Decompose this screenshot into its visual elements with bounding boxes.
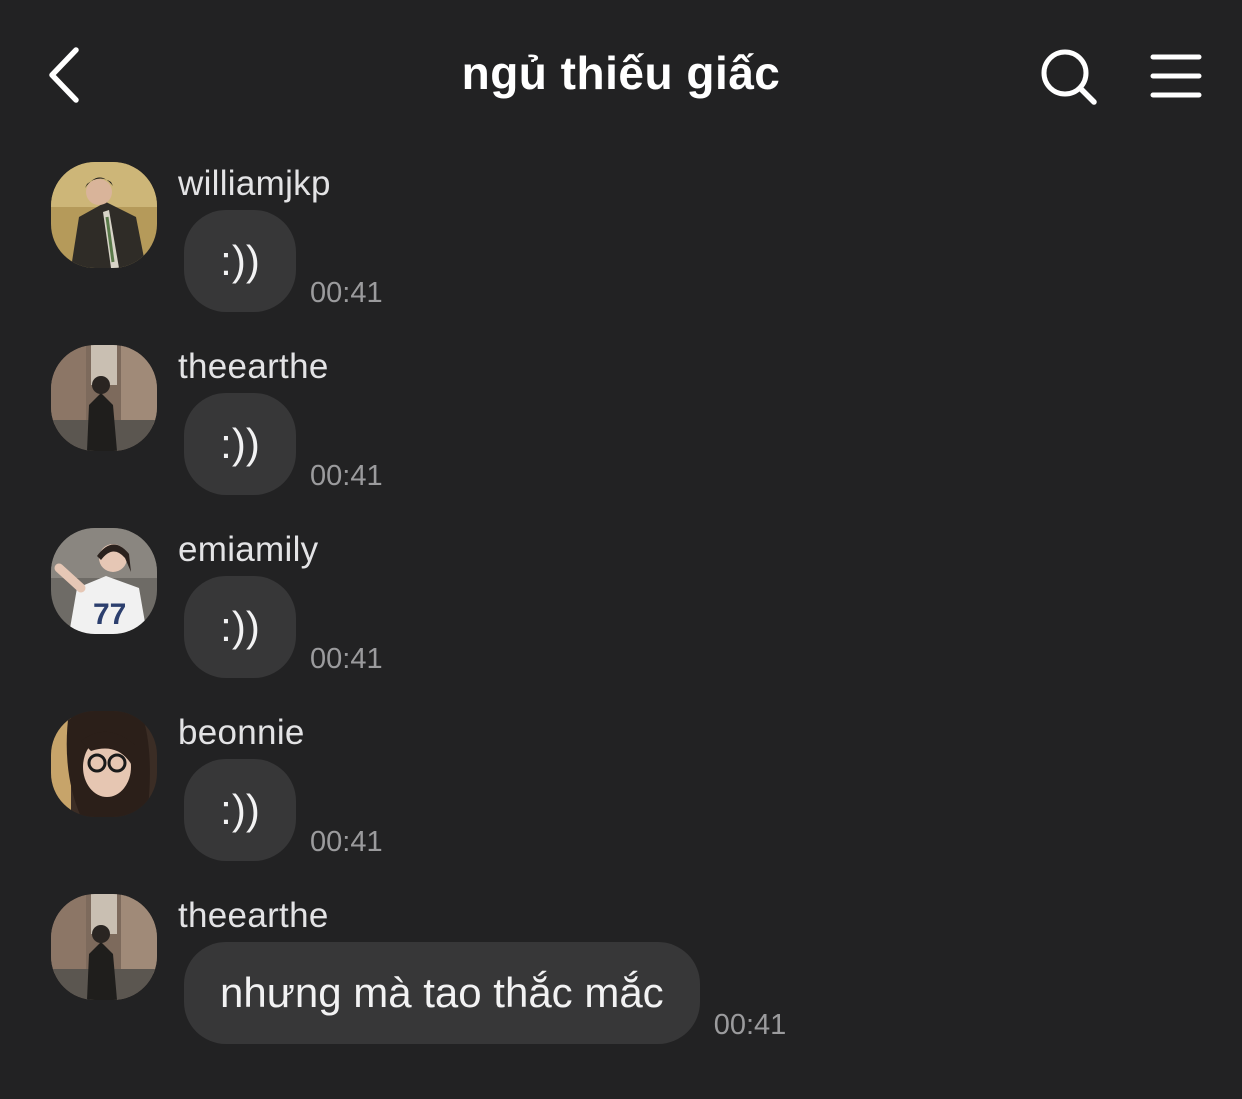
message-timestamp: 00:41 — [310, 460, 383, 492]
hamburger-menu-icon — [1150, 54, 1202, 98]
message-bubble[interactable]: :)) — [184, 759, 296, 861]
avatar-photo — [51, 345, 157, 451]
menu-button[interactable] — [1146, 48, 1206, 104]
sender-name[interactable]: theearthe — [178, 347, 329, 387]
message-item: beonnie :)) 00:41 — [0, 711, 1242, 881]
search-icon — [1041, 49, 1097, 105]
search-button[interactable] — [1036, 44, 1102, 110]
avatar-photo — [51, 711, 157, 817]
message-timestamp: 00:41 — [713, 1009, 787, 1041]
message-timestamp: 00:41 — [310, 643, 383, 675]
sender-name[interactable]: theearthe — [178, 896, 329, 936]
message-bubble[interactable]: :)) — [184, 210, 296, 312]
message-bubble[interactable]: nhưng mà tao thắc mắc — [184, 942, 700, 1044]
avatar[interactable] — [51, 345, 157, 451]
message-item: theearthe :)) 00:41 — [0, 345, 1242, 515]
avatar[interactable]: 77 — [51, 528, 157, 634]
message-timestamp: 00:41 — [310, 826, 383, 858]
avatar[interactable] — [51, 894, 157, 1000]
message-item: 77 emiamily :)) 00:41 — [0, 528, 1242, 698]
avatar-photo — [51, 894, 157, 1000]
sender-name[interactable]: beonnie — [178, 713, 305, 753]
message-timestamp: 00:41 — [310, 277, 383, 309]
avatar-photo: 77 — [51, 528, 157, 634]
message-bubble[interactable]: :)) — [184, 393, 296, 495]
message-item: williamjkp :)) 00:41 — [0, 162, 1242, 332]
avatar[interactable] — [51, 162, 157, 268]
message-row: :)) 00:41 — [184, 393, 383, 495]
sender-name[interactable]: emiamily — [178, 530, 318, 570]
sender-name[interactable]: williamjkp — [178, 164, 331, 204]
message-bubble[interactable]: :)) — [184, 576, 296, 678]
avatar-photo — [51, 162, 157, 268]
message-row: :)) 00:41 — [184, 576, 383, 678]
svg-text:77: 77 — [93, 598, 126, 631]
chat-header: ngủ thiếu giấc — [0, 0, 1242, 150]
message-row: :)) 00:41 — [184, 759, 383, 861]
message-item: theearthe nhưng mà tao thắc mắc 00:41 — [0, 894, 1242, 1064]
message-row: nhưng mà tao thắc mắc 00:41 — [184, 942, 786, 1044]
message-row: :)) 00:41 — [184, 210, 383, 312]
avatar[interactable] — [51, 711, 157, 817]
